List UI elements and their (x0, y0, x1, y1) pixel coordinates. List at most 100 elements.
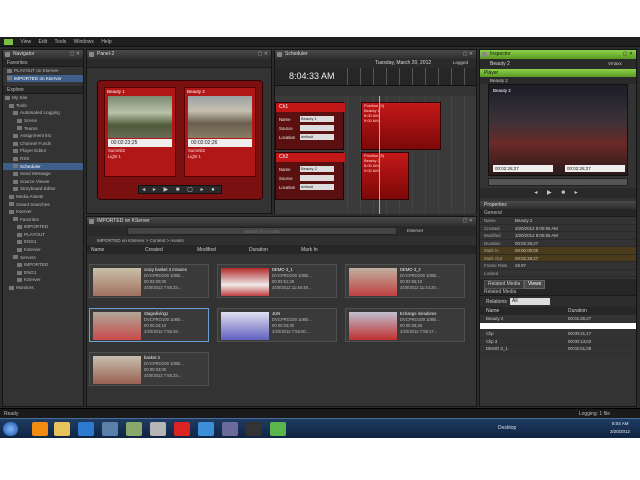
related-row[interactable]: DEMO 3_1 00:02:51;28 (480, 345, 636, 353)
asset-thumbnail[interactable] (221, 268, 269, 296)
scheduled-clip-1[interactable]: Position (4) Beauty 1 8:00 AM 9:00 AM (361, 102, 441, 150)
property-value[interactable]: 3/20/2012 8:00:55 AM (515, 232, 558, 239)
asset-card[interactable]: DEMO 3_1 DVCPRO100 1080i... 00:02:51;28 3/2… (217, 264, 337, 298)
channel-2-name-field[interactable]: Beauty 2 (300, 166, 334, 172)
desktop-toolbar[interactable]: Desktop (498, 425, 516, 431)
tree-item[interactable]: Source Viewer (3, 178, 83, 186)
related-row[interactable] (480, 322, 636, 330)
inspector-mode-select[interactable]: Vmaxx (608, 61, 622, 66)
channel-2-source-field[interactable] (300, 175, 334, 181)
menu-help[interactable]: Help (101, 37, 111, 47)
search-input[interactable] (127, 227, 397, 235)
asset-thumbnail[interactable] (93, 356, 141, 384)
tree-item[interactable]: PLAYOUT (3, 231, 83, 239)
tree-item[interactable]: My Site (3, 94, 83, 102)
favorite-item[interactable]: IMPORTED on Kserver (7, 74, 83, 83)
channel-2-location-field[interactable]: default (300, 184, 334, 190)
scheduled-clip-2[interactable]: Position (5) Beauty 2 8:00 AM 9:00 AM (361, 152, 409, 200)
tree-item[interactable]: Send Message (3, 170, 83, 178)
property-row[interactable]: Duration 00:02:26;27 (480, 240, 636, 247)
related-row[interactable]: Clip 00:00:21;17 (480, 330, 636, 338)
tree-item[interactable]: IMPORTED (3, 261, 83, 269)
timeline-ruler[interactable] (347, 68, 476, 85)
tree-item[interactable]: Teams (3, 125, 83, 133)
panel-controls-icon[interactable]: ▢ ✕ (258, 50, 268, 59)
channel-row-1[interactable]: Ch1 Name Beauty 1 Source Location defaul… (275, 102, 345, 150)
col-modified[interactable]: Modified (197, 247, 216, 253)
start-button-icon[interactable] (3, 422, 18, 436)
property-value[interactable]: 00:02:26;27 (515, 240, 538, 247)
tree-item[interactable]: IMPORTED (3, 223, 83, 231)
tree-item[interactable]: Monitors (3, 284, 83, 292)
property-row[interactable]: Name Beauty 2 (480, 217, 636, 225)
asset-thumbnail[interactable] (221, 312, 269, 340)
menu-edit[interactable]: Edit (39, 37, 48, 47)
asset-thumbnail[interactable] (93, 312, 141, 340)
favorite-item[interactable]: PLAYOUT on Kserver (7, 67, 83, 75)
tree-item[interactable]: Scene (3, 117, 83, 125)
scheduler-mode[interactable]: Logged (453, 60, 468, 65)
menu-view[interactable]: View (20, 37, 31, 47)
monitor-1[interactable]: Beauty 1 00:02:23;25 Summit2 Light 1 (104, 87, 176, 177)
app-icon[interactable] (270, 422, 286, 436)
col-duration[interactable]: Duration (249, 247, 268, 253)
app-icon[interactable] (102, 422, 118, 436)
clock-time[interactable]: 8:04 AM (612, 421, 629, 426)
asset-card[interactable]: Stagediving1 DVCPRO100 1080i... 00:00:24;1… (89, 308, 209, 342)
related-row[interactable]: Beauty 2 00:02:26;27 (480, 315, 636, 323)
asset-card[interactable]: basket 3 DVCPRO100 1080i... 00:00:03;00 3/2… (89, 352, 209, 386)
col-name[interactable]: Name (91, 247, 104, 253)
property-row[interactable]: Created 3/20/2012 8:00:55 AM (480, 225, 636, 232)
channel-1-name-field[interactable]: Beauty 1 (300, 116, 334, 122)
panel-controls-icon[interactable]: ▢ ✕ (463, 50, 473, 59)
channel-row-2[interactable]: Ch2 Name Beauty 2 Source Location defaul… (275, 152, 345, 200)
tree-item[interactable]: Storyboard Editor (3, 185, 83, 193)
property-value[interactable]: 29.97 (515, 262, 526, 269)
asset-card[interactable]: DEMO 3_2 DVCPRO100 1080i... 00:02:56;10 3/2… (345, 264, 465, 298)
tree-item[interactable]: Automated Logging (3, 109, 83, 117)
tree-item[interactable]: Channel Funds (3, 140, 83, 148)
app-icon[interactable] (150, 422, 166, 436)
tree-item[interactable]: KServer (3, 276, 83, 284)
property-row[interactable]: Frame Rate 29.97 (480, 262, 636, 270)
monitor-2[interactable]: Beauty 2 00:02:02;26 Summit2 Light 1 (184, 87, 256, 177)
tree-item[interactable]: Scheduler (3, 162, 83, 171)
property-value[interactable]: Beauty 2 (515, 217, 532, 224)
tree-item[interactable]: ENG1 (3, 238, 83, 246)
app-icon[interactable] (222, 422, 238, 436)
property-row[interactable]: Locked (480, 270, 636, 277)
property-value[interactable]: 00:02:26;27 (515, 255, 538, 262)
tree-item[interactable]: Favorites (3, 216, 83, 224)
tree-item[interactable]: ENG1 (3, 269, 83, 277)
menu-tools[interactable]: Tools (55, 37, 67, 47)
app-icon[interactable] (126, 422, 142, 436)
app-icon[interactable] (198, 422, 214, 436)
tab-related-media[interactable]: Related Media (484, 280, 525, 289)
relations-select[interactable]: All (510, 298, 550, 305)
property-row[interactable]: Mark Out 00:02:26;27 (480, 254, 636, 262)
property-row[interactable]: Mark In 00:00:00;00 (480, 247, 636, 255)
tree-item[interactable]: Player Editor (3, 147, 83, 155)
menu-windows[interactable]: Windows (74, 37, 94, 47)
col-created[interactable]: Created (145, 247, 163, 253)
inspector-asset[interactable]: Beauty 2 (490, 61, 510, 67)
tree-item[interactable]: Tools (3, 102, 83, 110)
asset-card[interactable]: Echange miradores DVCPRO100 1080i... 00:00… (345, 308, 465, 342)
vlc-icon[interactable] (32, 422, 48, 436)
playhead-line[interactable] (379, 96, 380, 214)
tree-item[interactable]: Kserver (3, 208, 83, 216)
property-value[interactable]: 3/20/2012 8:00:55 AM (515, 225, 558, 232)
breadcrumb[interactable]: IMPORTED on KServer > Content > Assets (87, 236, 476, 245)
channel-1-source-field[interactable] (300, 125, 334, 131)
tree-item[interactable]: Servers (3, 254, 83, 262)
player-video[interactable]: Beauty 2 00:02:26;27 00:02:26;27 (488, 84, 628, 176)
panel-controls-icon[interactable]: ▢ ✕ (70, 50, 80, 59)
app-icon[interactable] (246, 422, 262, 436)
player-transport[interactable]: ◂ ▶ ■ ▸ (480, 188, 636, 198)
tree-item[interactable]: RSS (3, 155, 83, 163)
folder-icon[interactable] (54, 422, 70, 436)
asset-thumbnail[interactable] (93, 268, 141, 296)
related-row[interactable]: Clip 3 00:00:13;02 (480, 338, 636, 345)
asset-thumbnail[interactable] (349, 268, 397, 296)
tree-item[interactable]: Assignment list (3, 132, 83, 140)
